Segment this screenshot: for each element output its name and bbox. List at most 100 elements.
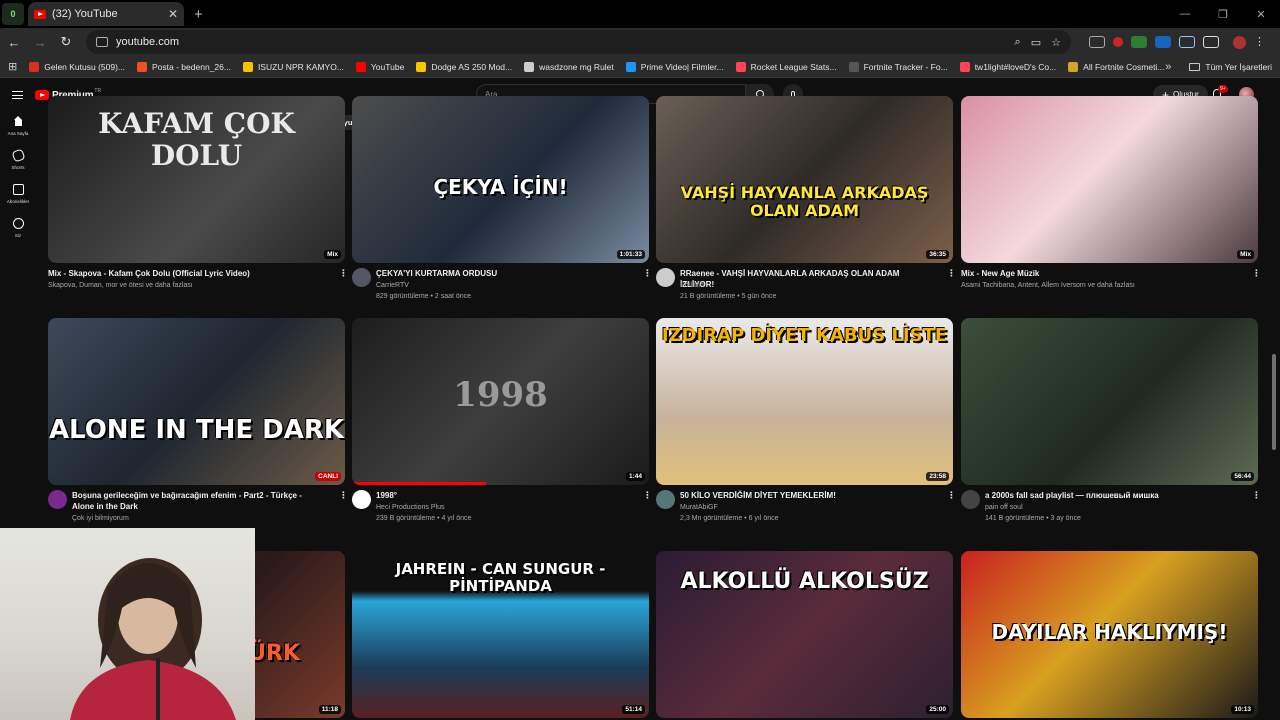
bookmark-label: YouTube — [370, 61, 405, 72]
video-thumbnail[interactable]: KAFAM ÇOK DOLU Mix — [48, 96, 345, 263]
browser-menu-icon[interactable]: ⋮ — [1254, 36, 1265, 48]
rail-item-subscriptions[interactable]: Abonelikler — [0, 184, 36, 204]
apps-grid-icon[interactable]: ⊞ — [8, 60, 17, 73]
bookmark-item[interactable]: All Fortnite Cosmeti... — [1068, 61, 1164, 72]
channel-avatar[interactable] — [48, 490, 67, 509]
channel-name[interactable]: pain off soul — [985, 502, 1023, 513]
new-tab-button[interactable]: + — [194, 6, 203, 23]
rail-item-home[interactable]: Ana Sayfa — [0, 116, 36, 136]
duration-badge: 10:13 — [1231, 705, 1254, 714]
browser-tab-youtube[interactable]: (32) YouTube ✕ — [28, 2, 184, 26]
video-thumbnail[interactable]: JAHREIN - CAN SUNGUR - PİNTİPANDA 51:14 — [352, 551, 649, 718]
bookmark-item[interactable]: YouTube — [355, 61, 405, 72]
bookmark-item[interactable]: Prime Video| Filmler... — [625, 61, 724, 72]
url-bar[interactable]: youtube.com ⌕ ▭ ☆ — [86, 30, 1071, 54]
video-thumbnail[interactable]: IZDIRAP DİYET KABUS LİSTE 23:58 — [656, 318, 953, 485]
video-title[interactable]: Mix - New Age Müzik — [961, 268, 1211, 279]
channel-name[interactable]: MuratAbiGF — [680, 502, 718, 513]
extension-badge[interactable]: 0 — [2, 3, 24, 25]
all-bookmarks-link[interactable]: Tüm Yer İşaretleri — [1205, 62, 1272, 72]
side-rail: Ana Sayfa Shorts Abonelikler Siz — [0, 116, 36, 252]
extension-icon[interactable] — [1089, 36, 1105, 48]
reload-icon[interactable]: ↻ — [54, 34, 78, 50]
bookmark-item[interactable]: Rocket League Stats... — [735, 61, 837, 72]
webcam-person-image — [70, 558, 236, 720]
video-thumbnail[interactable]: 56:44 — [961, 318, 1258, 485]
bookmark-item[interactable]: wasdzone mg Rulet — [524, 61, 614, 72]
close-tab-icon[interactable]: ✕ — [168, 7, 178, 21]
bookmark-favicon-icon — [735, 61, 746, 72]
video-thumbnail[interactable]: ÇEKYA İÇİN! 1:01:33 — [352, 96, 649, 263]
channel-name[interactable]: Rolland — [680, 280, 704, 291]
you-icon — [12, 218, 24, 229]
channel-avatar[interactable] — [656, 490, 675, 509]
video-options-icon[interactable]: ⋮ — [1252, 490, 1261, 501]
video-thumbnail[interactable]: 1998 1:44 — [352, 318, 649, 485]
tab-title: (32) YouTube — [52, 8, 118, 20]
channel-name[interactable]: Heci Productions Plus — [376, 502, 444, 513]
bookmark-item[interactable]: ISUZU NPR KAMYO... — [242, 61, 344, 72]
channel-avatar[interactable] — [352, 268, 371, 287]
video-title[interactable]: Mix - Skapova - Kafam Çok Dolu (Official… — [48, 268, 298, 279]
zoom-icon[interactable]: ⌕ — [1015, 36, 1021, 49]
video-title[interactable]: a 2000s fall sad playlist — плюшевый миш… — [985, 490, 1235, 501]
channel-name[interactable]: Skapova, Duman, mor ve ötesi ve daha faz… — [48, 280, 193, 291]
back-icon[interactable]: ← — [2, 35, 26, 50]
video-title[interactable]: 50 KİLO VERDİĞİM DİYET YEMEKLERİM! — [680, 490, 930, 501]
video-title[interactable]: Boşuna gerileceğim ve bağıracağım efenim… — [72, 490, 322, 512]
bookmark-item[interactable]: tw1light#loveD's Co... — [959, 61, 1056, 72]
extension-icon[interactable] — [1113, 37, 1123, 47]
bookmark-label: Prime Video| Filmler... — [640, 61, 724, 72]
minimize-icon[interactable]: — — [1166, 8, 1204, 20]
video-stats: 829 görüntüleme • 2 saat önce — [376, 293, 472, 300]
extension-icon[interactable] — [1155, 36, 1171, 48]
channel-avatar[interactable] — [961, 490, 980, 509]
more-bookmarks-icon[interactable]: » — [1165, 61, 1171, 73]
forward-icon[interactable]: → — [28, 35, 52, 50]
channel-name[interactable]: CarrieRTV — [376, 280, 409, 291]
cast-icon[interactable]: ▭ — [1031, 36, 1041, 49]
extension-icon[interactable] — [1131, 36, 1147, 48]
rail-item-shorts[interactable]: Shorts — [0, 148, 36, 170]
extensions-puzzle-icon[interactable] — [1203, 36, 1219, 48]
bookmark-star-icon[interactable]: ☆ — [1051, 36, 1061, 49]
video-options-icon[interactable]: ⋮ — [947, 268, 956, 279]
video-title[interactable]: 1998° — [376, 490, 626, 501]
video-thumbnail[interactable]: Mix — [961, 96, 1258, 263]
duration-badge: Mix — [324, 250, 341, 259]
window-controls: — ❐ ✕ — [1166, 0, 1280, 28]
bookmark-item[interactable]: Fortnite Tracker - Fo... — [848, 61, 948, 72]
page-scrollbar[interactable] — [1272, 354, 1276, 450]
channel-avatar[interactable] — [656, 268, 675, 287]
duration-badge: CANLI — [315, 472, 341, 481]
video-thumbnail[interactable]: DAYILAR HAKLIYMIŞ! 10:13 — [961, 551, 1258, 718]
video-title[interactable]: RRaenee - VAHŞİ HAYVANLARLA ARKADAŞ OLAN… — [680, 268, 930, 290]
close-window-icon[interactable]: ✕ — [1242, 8, 1280, 21]
extension-icon[interactable] — [1179, 36, 1195, 48]
menu-icon[interactable] — [12, 91, 23, 99]
video-options-icon[interactable]: ⋮ — [339, 268, 348, 279]
bookmark-label: Posta - bedenn_26... — [152, 61, 231, 72]
video-options-icon[interactable]: ⋮ — [1252, 268, 1261, 279]
video-options-icon[interactable]: ⋮ — [643, 268, 652, 279]
profile-avatar-icon[interactable] — [1233, 35, 1246, 49]
video-options-icon[interactable]: ⋮ — [339, 490, 348, 501]
video-thumbnail[interactable]: ALKOLLÜ ALKOLSÜZ 25:00 — [656, 551, 953, 718]
bookmark-item[interactable]: Dodge AS 250 Mod... — [416, 61, 512, 72]
video-options-icon[interactable]: ⋮ — [643, 490, 652, 501]
home-icon — [13, 116, 24, 127]
channel-name[interactable]: Çok iyi bilmiyorum — [72, 513, 129, 524]
bookmark-favicon-icon — [959, 61, 970, 72]
video-title[interactable]: ÇEKYA'YI KURTARMA ORDUSU — [376, 268, 626, 279]
video-thumbnail[interactable]: VAHŞİ HAYVANLA ARKADAŞ OLAN ADAM 36:35 — [656, 96, 953, 263]
rail-item-you[interactable]: Siz — [0, 218, 36, 238]
maximize-icon[interactable]: ❐ — [1204, 8, 1242, 21]
url-text[interactable]: youtube.com — [116, 36, 1005, 48]
channel-avatar[interactable] — [352, 490, 371, 509]
site-info-icon[interactable] — [96, 37, 108, 47]
channel-name[interactable]: Asami Tachibana, Antent, Allem Iversom v… — [961, 280, 1135, 291]
video-thumbnail[interactable]: ALONE IN THE DARK CANLI — [48, 318, 345, 485]
video-options-icon[interactable]: ⋮ — [947, 490, 956, 501]
bookmark-item[interactable]: Gelen Kutusu (509)... — [29, 61, 125, 72]
bookmark-item[interactable]: Posta - bedenn_26... — [137, 61, 231, 72]
